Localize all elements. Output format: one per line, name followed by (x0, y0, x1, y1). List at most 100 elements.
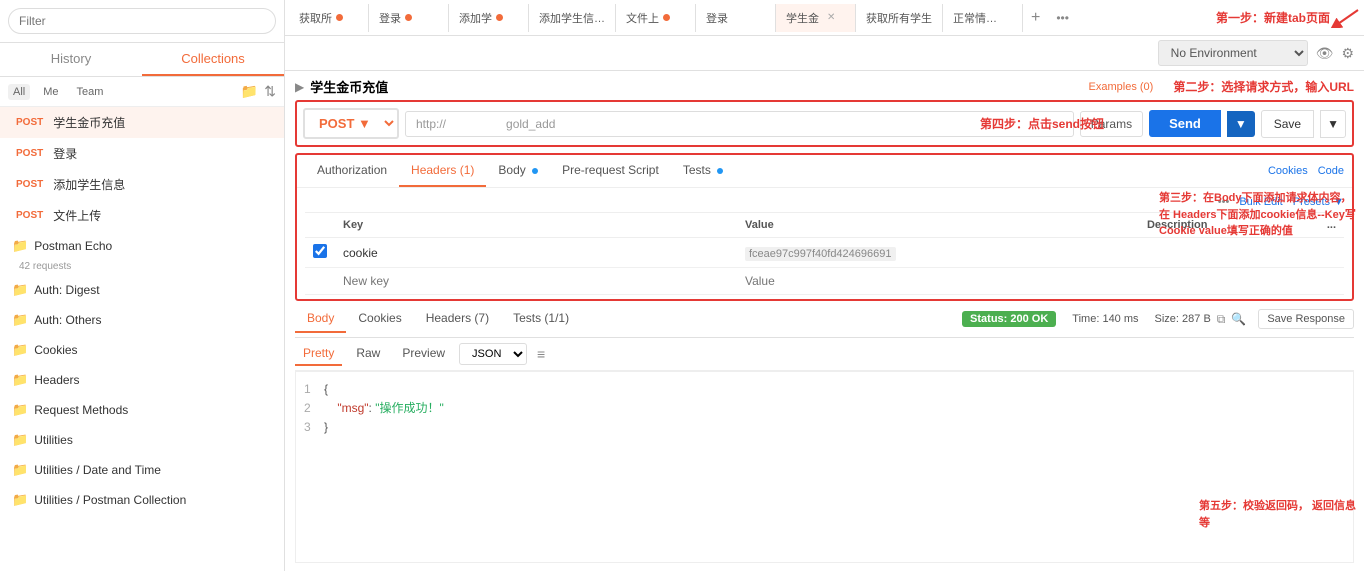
folder-icon: 📁 (12, 238, 28, 254)
tab-dot (496, 14, 503, 21)
save-button[interactable]: Save (1261, 110, 1314, 138)
code-link[interactable]: Code (1318, 165, 1344, 177)
new-key-input[interactable] (343, 274, 729, 288)
req-tab-body[interactable]: Body (486, 155, 550, 187)
collection-group-auth-digest[interactable]: 📁 Auth: Digest (0, 275, 284, 305)
method-select[interactable]: POST ▼ (303, 108, 399, 139)
send-button[interactable]: Send (1149, 110, 1221, 137)
all-btn[interactable]: All (8, 84, 30, 100)
annotation-step3: 第三步：在Body下面添加请求体内容，在 Headers下面添加cookie信息… (1159, 190, 1359, 240)
url-input[interactable] (405, 111, 1074, 137)
eye-icon[interactable]: 👁 (1316, 45, 1334, 62)
me-btn[interactable]: Me (38, 84, 63, 100)
wrap-icon[interactable]: ≡ (533, 344, 549, 364)
tab-label: 学生金 (786, 10, 819, 26)
collection-item-student-gold[interactable]: POST 学生金币充值 (0, 107, 284, 138)
tab-label: 添加学 (459, 10, 492, 26)
folder-icon: 📁 (12, 402, 28, 418)
tab-dot (336, 14, 343, 21)
req-tab-pre-request[interactable]: Pre-request Script (550, 155, 671, 187)
collection-item-add-student[interactable]: POST 添加学生信息 (0, 169, 284, 200)
code-line-3: 3 } (304, 418, 1345, 437)
req-tab-authorization[interactable]: Authorization (305, 155, 399, 187)
new-collection-icon[interactable]: 📁 (241, 83, 258, 100)
req-inner-tabs: Authorization Headers (1) Body Pre-reque… (297, 155, 1352, 188)
sidebar-tab-history[interactable]: History (0, 43, 142, 76)
team-btn[interactable]: Team (72, 84, 109, 100)
req-tab-5[interactable]: 登录 (696, 4, 776, 32)
key-cell: cookie (335, 238, 737, 268)
url-box: POST ▼ Params Send ▼ Save ▼ (295, 100, 1354, 147)
env-select[interactable]: No Environment (1158, 40, 1308, 66)
preview-tab[interactable]: Preview (394, 342, 453, 366)
request-title-row: ▶ 学生金币充值 Examples (0) 第二步：选择请求方式，输入URL (285, 71, 1364, 100)
format-select[interactable]: JSON (459, 343, 527, 365)
main-panel: 获取所 登录 添加学 添加学生信… 文件上 登录 学生金 ✕ 获取所有学生 (285, 0, 1364, 571)
resp-body-tabs: Pretty Raw Preview JSON ≡ (295, 338, 1354, 371)
resp-tab-cookies[interactable]: Cookies (346, 305, 413, 333)
req-tab-1[interactable]: 登录 (369, 4, 449, 32)
collection-item-login[interactable]: POST 登录 (0, 138, 284, 169)
status-badge: Status: 200 OK (962, 311, 1056, 327)
all-me-team-row: All Me Team 📁 ⇅ (0, 77, 284, 107)
save-response-button[interactable]: Save Response (1258, 309, 1354, 329)
sidebar-tab-collections[interactable]: Collections (142, 43, 284, 76)
req-tab-8[interactable]: 正常情… (943, 4, 1023, 32)
resp-tab-headers[interactable]: Headers (7) (414, 305, 501, 333)
filter-input[interactable] (8, 8, 276, 34)
collection-group-headers[interactable]: 📁 Headers (0, 365, 284, 395)
collection-group-auth-others[interactable]: 📁 Auth: Others (0, 305, 284, 335)
req-tab-4[interactable]: 文件上 (616, 4, 696, 32)
raw-tab[interactable]: Raw (348, 342, 388, 366)
resp-tab-tests[interactable]: Tests (1/1) (501, 305, 581, 333)
resp-tab-body[interactable]: Body (295, 305, 346, 333)
send-dropdown[interactable]: ▼ (1227, 111, 1255, 137)
tab-label: 获取所 (299, 10, 332, 26)
folder-icon: 📁 (12, 342, 28, 358)
collections-list: POST 学生金币充值 POST 登录 POST 添加学生信息 POST 文件上… (0, 107, 284, 571)
req-tab-0[interactable]: 获取所 (289, 4, 369, 32)
new-value-input[interactable] (745, 274, 1131, 288)
req-tab-6[interactable]: 学生金 ✕ (776, 4, 856, 32)
collection-group-postman-echo[interactable]: 📁 Postman Echo (0, 231, 284, 261)
new-tab-plus[interactable]: + (1023, 3, 1048, 33)
collection-item-label: 登录 (53, 145, 77, 162)
code-line-1: 1 { (304, 380, 1345, 399)
tabs-more[interactable]: ••• (1048, 5, 1077, 31)
cookies-link[interactable]: Cookies (1268, 165, 1308, 177)
save-dropdown[interactable]: ▼ (1320, 110, 1346, 138)
col-value: Value (737, 213, 1139, 238)
folder-icon: 📁 (12, 282, 28, 298)
collection-group-utilities[interactable]: 📁 Utilities (0, 425, 284, 455)
req-tab-tests[interactable]: Tests (671, 155, 735, 187)
collection-item-label: 学生金币充值 (53, 114, 125, 131)
req-tab-3[interactable]: 添加学生信… (529, 4, 616, 32)
folder-icon: 📁 (12, 432, 28, 448)
collection-group-utilities-postman[interactable]: 📁 Utilities / Postman Collection (0, 485, 284, 515)
req-tab-7[interactable]: 获取所有学生 (856, 4, 943, 32)
gear-icon[interactable]: ⚙ (1341, 45, 1354, 62)
collection-group-cookies[interactable]: 📁 Cookies (0, 335, 284, 365)
collection-group-request-methods[interactable]: 📁 Request Methods (0, 395, 284, 425)
collection-item-file-upload[interactable]: POST 文件上传 (0, 200, 284, 231)
search-icon[interactable]: 🔍 (1231, 312, 1246, 326)
row-checkbox[interactable] (313, 244, 327, 258)
sidebar-tabs-row: History Collections (0, 43, 284, 77)
collection-group-utilities-date[interactable]: 📁 Utilities / Date and Time (0, 455, 284, 485)
examples-link[interactable]: Examples (0) (1089, 81, 1154, 93)
code-area: 1 { 2 "msg": "操作成功！" 3 } (295, 371, 1354, 563)
copy-icon[interactable]: ⧉ (1217, 312, 1226, 327)
time-stat: Time: 140 ms (1072, 313, 1138, 325)
req-tab-headers[interactable]: Headers (1) (399, 155, 486, 187)
group-subtitle-postman-echo: 42 requests (19, 261, 284, 275)
expand-arrow-icon[interactable]: ▶ (295, 80, 304, 94)
tab-dot (663, 14, 670, 21)
pretty-tab[interactable]: Pretty (295, 342, 342, 366)
tabs-bar: 获取所 登录 添加学 添加学生信… 文件上 登录 学生金 ✕ 获取所有学生 (285, 0, 1364, 36)
size-stat: Size: 287 B (1155, 313, 1211, 325)
tests-dot (717, 168, 723, 174)
sort-icon[interactable]: ⇅ (264, 83, 276, 100)
tab-close-icon[interactable]: ✕ (827, 12, 835, 23)
col-key: Key (335, 213, 737, 238)
req-tab-2[interactable]: 添加学 (449, 4, 529, 32)
